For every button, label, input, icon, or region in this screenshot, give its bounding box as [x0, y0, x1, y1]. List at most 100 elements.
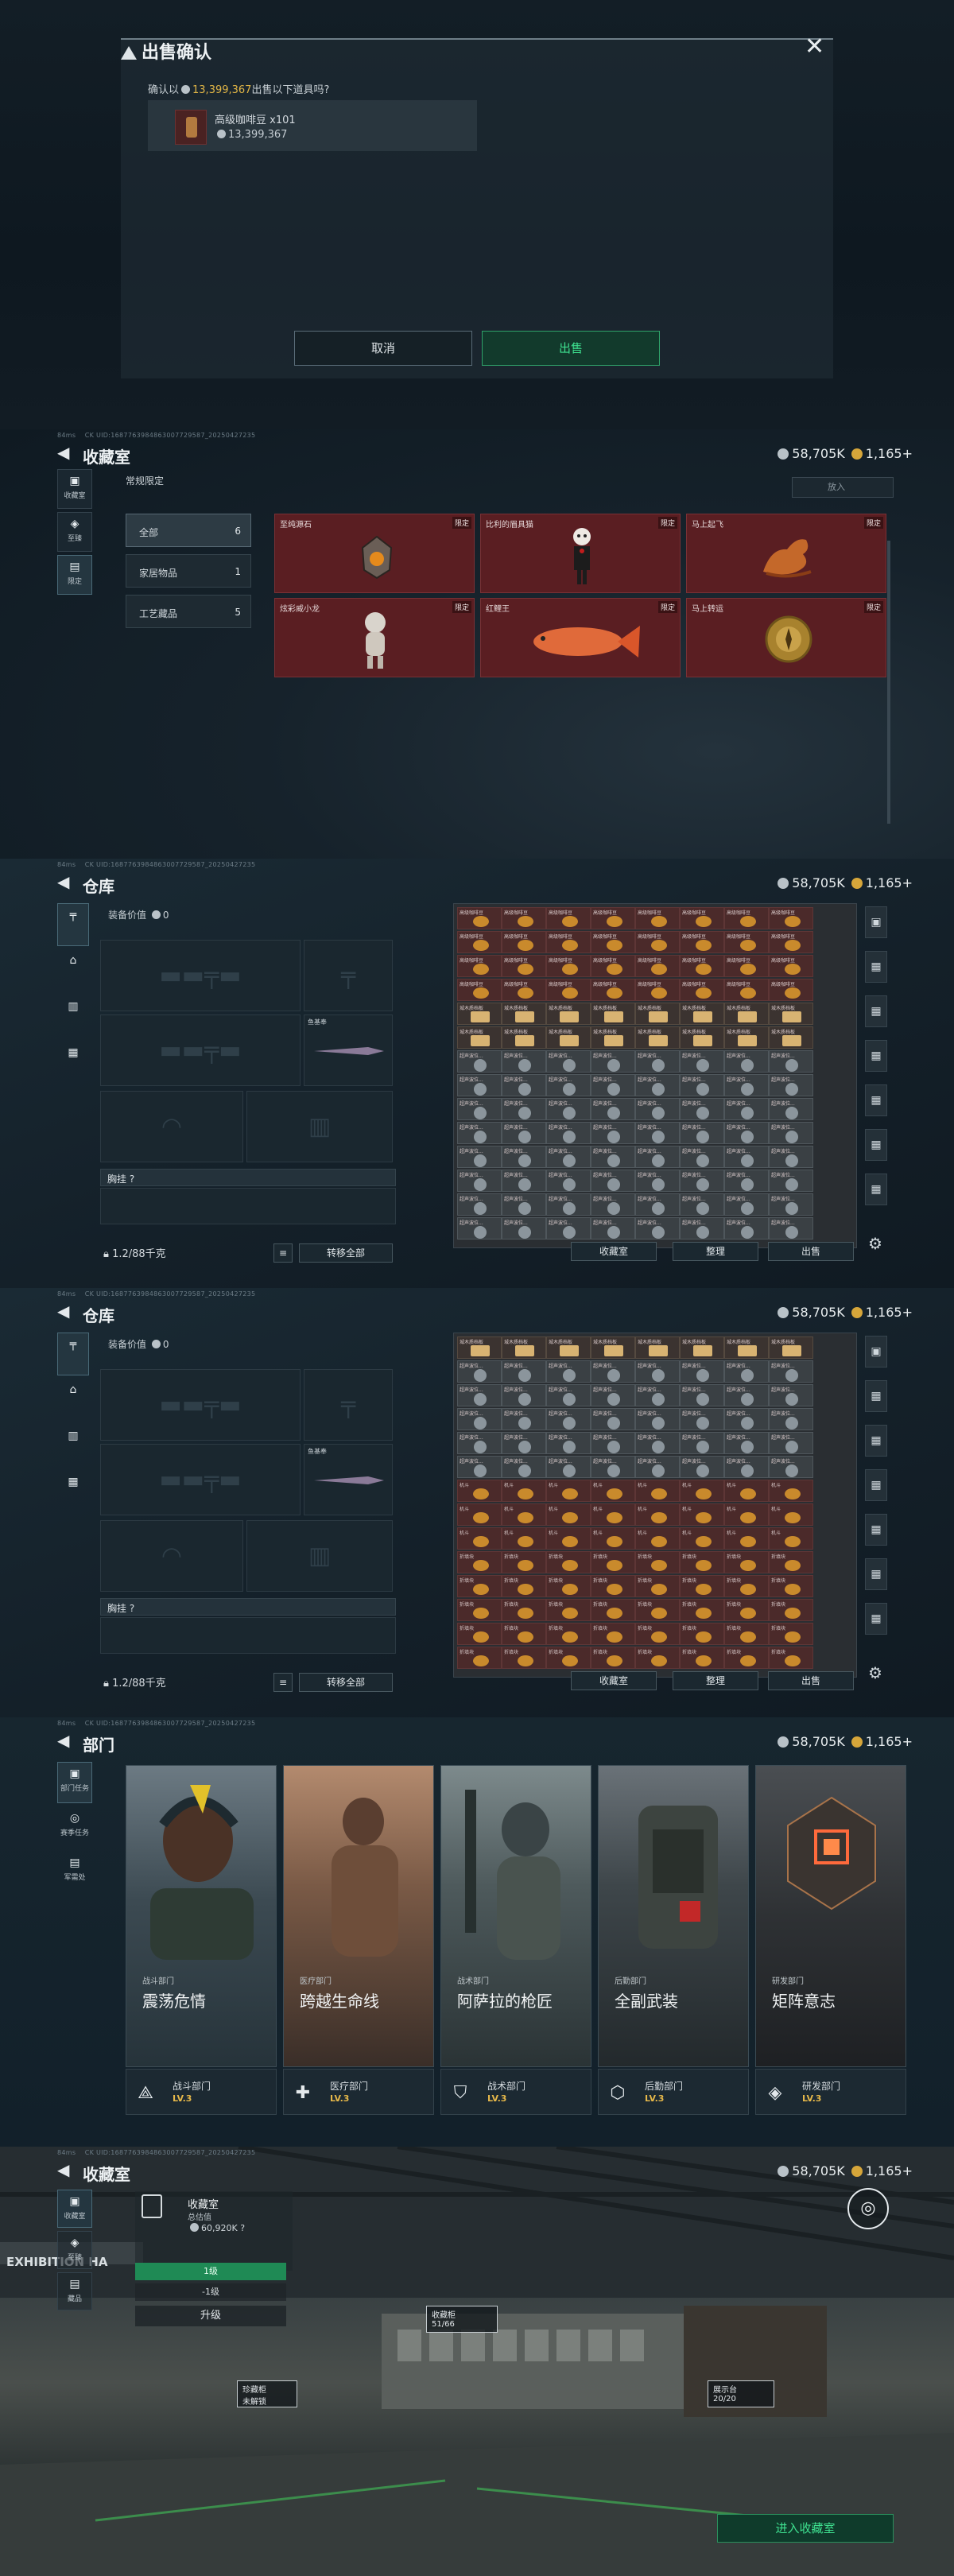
stash-item-cell[interactable]: 高级咖啡豆: [724, 907, 769, 929]
transfer-all-button[interactable]: 转移全部: [299, 1243, 393, 1263]
stash-item-cell[interactable]: 折填块: [591, 1623, 635, 1645]
tab-weapons[interactable]: ╤: [57, 903, 89, 946]
stash-item-cell[interactable]: 城木质档板: [635, 1336, 680, 1359]
stash-item-cell[interactable]: 城木质档板: [724, 1003, 769, 1025]
tab-dept-tasks[interactable]: ▣ 部门任务: [57, 1762, 92, 1803]
stash-item-cell[interactable]: 折填块: [769, 1647, 813, 1669]
stash-item-cell[interactable]: 折填块: [635, 1551, 680, 1573]
stash-item-cell[interactable]: 超声波位...: [591, 1170, 635, 1192]
stash-item-cell[interactable]: 折填块: [502, 1623, 546, 1645]
collection-card[interactable]: 马上起飞 限定: [686, 514, 886, 593]
stash-item-cell[interactable]: 折填块: [635, 1599, 680, 1621]
put-in-input[interactable]: 放入: [792, 477, 894, 498]
department-card-combat[interactable]: 战斗部门 震荡危情: [126, 1765, 277, 2067]
stash-item-cell[interactable]: 超声波位...: [502, 1074, 546, 1096]
back-arrow-icon[interactable]: ◀: [57, 2161, 75, 2178]
department-level-bar[interactable]: ⟁ 战斗部门 LV.3: [126, 2069, 277, 2115]
stash-item-cell[interactable]: 折填块: [769, 1551, 813, 1573]
stash-item-cell[interactable]: 超声波位...: [635, 1050, 680, 1073]
melee-slot[interactable]: 鱼基奉: [304, 1444, 393, 1515]
stash-item-cell[interactable]: 折填块: [546, 1599, 591, 1621]
stash-item-cell[interactable]: 折填块: [546, 1623, 591, 1645]
department-level-bar[interactable]: ⬡ 后勤部门 LV.3: [598, 2069, 749, 2115]
stash-item-cell[interactable]: 机斗: [591, 1503, 635, 1526]
stash-item-cell[interactable]: 高级咖啡豆: [635, 907, 680, 929]
stash-item-cell[interactable]: 超声波位...: [546, 1122, 591, 1144]
stash-item-cell[interactable]: 超声波位...: [546, 1217, 591, 1240]
stash-item-cell[interactable]: 超声波位...: [724, 1170, 769, 1192]
sell-button[interactable]: 出售: [768, 1242, 854, 1261]
collection-card[interactable]: 炫彩威小龙 限定: [274, 598, 475, 677]
gear-icon[interactable]: ⚙: [868, 1663, 882, 1682]
stash-item-cell[interactable]: 折填块: [502, 1551, 546, 1573]
stash-item-cell[interactable]: 超声波位...: [769, 1217, 813, 1240]
stash-item-cell[interactable]: 城木质档板: [591, 1026, 635, 1049]
stash-item-cell[interactable]: 机斗: [635, 1480, 680, 1502]
stash-item-cell[interactable]: 超声波位...: [457, 1146, 502, 1168]
stash-page-icon[interactable]: ▦: [865, 1040, 887, 1072]
stash-item-cell[interactable]: 机斗: [635, 1503, 680, 1526]
stash-item-cell[interactable]: 超声波位...: [457, 1456, 502, 1478]
stash-item-cell[interactable]: 超声波位...: [591, 1432, 635, 1454]
stash-item-cell[interactable]: 超声波位...: [591, 1408, 635, 1430]
stash-item-cell[interactable]: 城木质档板: [457, 1003, 502, 1025]
stash-item-cell[interactable]: 超声波位...: [769, 1360, 813, 1383]
stash-item-cell[interactable]: 机斗: [635, 1527, 680, 1550]
stash-item-cell[interactable]: 机斗: [502, 1527, 546, 1550]
stash-item-cell[interactable]: 高级咖啡豆: [546, 907, 591, 929]
chest-rig-slot[interactable]: [100, 1617, 396, 1654]
tab-bag[interactable]: ▦: [57, 1042, 89, 1084]
stash-item-cell[interactable]: 超声波位...: [457, 1384, 502, 1406]
collection-card[interactable]: 红鲤王 限定: [480, 598, 681, 677]
department-level-bar[interactable]: ◈ 研发部门 LV.3: [755, 2069, 906, 2115]
stash-item-cell[interactable]: 超声波位...: [680, 1432, 724, 1454]
tab-collectibles[interactable]: ▤ 藏品: [57, 2272, 92, 2310]
stash-item-cell[interactable]: 超声波位...: [635, 1432, 680, 1454]
stash-item-cell[interactable]: 机斗: [724, 1480, 769, 1502]
stash-item-cell[interactable]: 高级咖啡豆: [591, 955, 635, 977]
stash-item-cell[interactable]: 城木质档板: [724, 1336, 769, 1359]
stash-item-cell[interactable]: 超声波位...: [680, 1170, 724, 1192]
armor-slot[interactable]: ▥: [246, 1520, 393, 1592]
stash-item-cell[interactable]: 折填块: [724, 1647, 769, 1669]
stash-item-cell[interactable]: 超声波位...: [769, 1456, 813, 1478]
stash-item-cell[interactable]: 超声波位...: [591, 1146, 635, 1168]
stash-item-cell[interactable]: 超声波位...: [457, 1217, 502, 1240]
department-card-research[interactable]: 研发部门 矩阵意志: [755, 1765, 906, 2067]
stash-item-cell[interactable]: 高级咖啡豆: [769, 979, 813, 1001]
stash-item-cell[interactable]: 折填块: [680, 1623, 724, 1645]
stash-item-cell[interactable]: 超声波位...: [502, 1456, 546, 1478]
stash-item-cell[interactable]: 超声波位...: [546, 1146, 591, 1168]
stash-page-icon[interactable]: ▦: [865, 1514, 887, 1546]
vault-tag[interactable]: 珍藏柜 未解锁: [237, 2380, 297, 2407]
stash-item-cell[interactable]: 超声波位...: [724, 1384, 769, 1406]
stash-item-cell[interactable]: 城木质档板: [502, 1026, 546, 1049]
stash-item-cell[interactable]: 城木质档板: [546, 1003, 591, 1025]
tab-vest[interactable]: ▥: [57, 1425, 89, 1468]
pistol-slot[interactable]: ╤: [304, 940, 393, 1011]
stash-item-cell[interactable]: 折填块: [591, 1551, 635, 1573]
stash-item-cell[interactable]: 城木质档板: [502, 1003, 546, 1025]
stash-page-icon[interactable]: ▦: [865, 1425, 887, 1457]
stash-item-cell[interactable]: 高级咖啡豆: [457, 979, 502, 1001]
stash-page-icon[interactable]: ▦: [865, 1380, 887, 1412]
stash-item-cell[interactable]: 机斗: [680, 1527, 724, 1550]
stash-item-cell[interactable]: 机斗: [457, 1503, 502, 1526]
stash-item-cell[interactable]: 超声波位...: [635, 1098, 680, 1120]
stash-item-cell[interactable]: 超声波位...: [457, 1050, 502, 1073]
tab-premium[interactable]: ◈ 至臻: [57, 2231, 92, 2269]
stash-item-cell[interactable]: 超声波位...: [591, 1456, 635, 1478]
stash-item-cell[interactable]: 超声波位...: [724, 1098, 769, 1120]
stash-item-cell[interactable]: 机斗: [769, 1480, 813, 1502]
stash-item-cell[interactable]: 超声波位...: [591, 1122, 635, 1144]
stash-item-cell[interactable]: 超声波位...: [457, 1432, 502, 1454]
chest-rig-slot[interactable]: [100, 1188, 396, 1224]
tab-helmet[interactable]: ⌂: [57, 1379, 89, 1422]
stash-item-cell[interactable]: 机斗: [591, 1527, 635, 1550]
stash-item-cell[interactable]: 超声波位...: [635, 1122, 680, 1144]
stash-item-cell[interactable]: 城木质档板: [769, 1026, 813, 1049]
stash-item-cell[interactable]: 超声波位...: [680, 1384, 724, 1406]
stash-item-cell[interactable]: 超声波位...: [635, 1074, 680, 1096]
stash-item-cell[interactable]: 折填块: [502, 1575, 546, 1597]
stash-item-cell[interactable]: 高级咖啡豆: [546, 955, 591, 977]
